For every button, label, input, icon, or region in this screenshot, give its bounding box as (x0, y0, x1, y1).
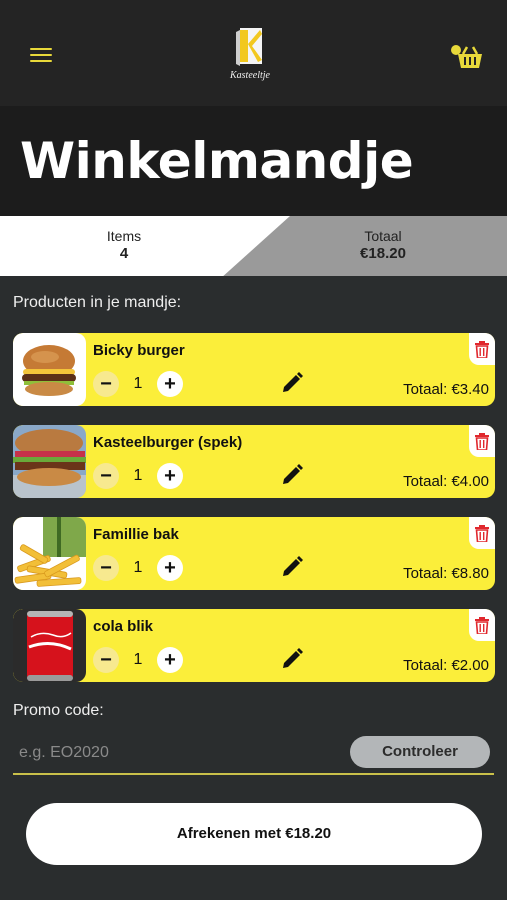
total-value: €18.20 (360, 245, 406, 262)
trash-delete-icon[interactable] (469, 517, 495, 549)
product-name: cola blik (93, 618, 154, 635)
product-name: Famillie bak (93, 526, 179, 543)
page-header: Winkelmandje (0, 106, 507, 216)
items-value: 4 (119, 245, 129, 262)
items-label: Items (106, 228, 142, 244)
trash-delete-icon[interactable] (469, 333, 495, 365)
decrease-quantity-button[interactable]: − (93, 647, 119, 673)
trash-delete-icon[interactable] (469, 609, 495, 641)
quantity-value: 1 (133, 651, 143, 668)
decrease-quantity-button[interactable]: − (93, 555, 119, 581)
decrease-quantity-button[interactable]: − (93, 463, 119, 489)
cart-item: Bicky burger − 1 + Totaal: €3.40 (13, 333, 495, 406)
decrease-quantity-button[interactable]: − (93, 371, 119, 397)
quantity-value: 1 (133, 559, 143, 576)
cart-summary: Items 4 Totaal €18.20 (0, 216, 507, 276)
hamburger-menu-icon[interactable] (30, 48, 52, 66)
quantity-value: 1 (133, 375, 143, 392)
item-total: Totaal: €4.00 (403, 473, 489, 490)
increase-quantity-button[interactable]: + (157, 463, 183, 489)
check-promo-button[interactable]: Controleer (350, 736, 490, 768)
increase-quantity-button[interactable]: + (157, 647, 183, 673)
total-label: Totaal (364, 228, 402, 244)
cart-item: cola blik − 1 + Totaal: €2.00 (13, 609, 495, 682)
quantity-value: 1 (133, 467, 143, 484)
burger-image (13, 333, 86, 406)
product-name: Bicky burger (93, 342, 185, 359)
logo-text: Kasteeltje (230, 70, 270, 81)
brand-logo[interactable]: Kasteeltje (222, 26, 278, 88)
item-total: Totaal: €8.80 (403, 565, 489, 582)
cart-item: Kasteelburger (spek) − 1 + Totaal: €4.00 (13, 425, 495, 498)
increase-quantity-button[interactable]: + (157, 555, 183, 581)
item-total: Totaal: €3.40 (403, 381, 489, 398)
products-section-label: Producten in je mandje: (13, 294, 182, 311)
top-navigation-bar: Kasteeltje (0, 0, 507, 106)
pencil-edit-icon[interactable] (280, 647, 304, 671)
checkout-button[interactable]: Afrekenen met €18.20 (26, 803, 482, 865)
shopping-basket-icon[interactable] (450, 44, 484, 70)
page-title: Winkelmandje (20, 132, 414, 190)
product-name: Kasteelburger (spek) (93, 434, 243, 451)
castle-k-logo-icon (236, 28, 262, 66)
items-count: Items 4 (74, 228, 174, 262)
promo-code-label: Promo code: (13, 702, 104, 719)
cart-item: Famillie bak − 1 + Totaal: €8.80 (13, 517, 495, 590)
pencil-edit-icon[interactable] (280, 555, 304, 579)
bacon-burger-image (13, 425, 86, 498)
increase-quantity-button[interactable]: + (157, 371, 183, 397)
trash-delete-icon[interactable] (469, 425, 495, 457)
cola-can-image (13, 609, 86, 682)
fries-image (13, 517, 86, 590)
cart-total: Totaal €18.20 (333, 228, 433, 262)
item-total: Totaal: €2.00 (403, 657, 489, 674)
pencil-edit-icon[interactable] (280, 463, 304, 487)
pencil-edit-icon[interactable] (280, 371, 304, 395)
